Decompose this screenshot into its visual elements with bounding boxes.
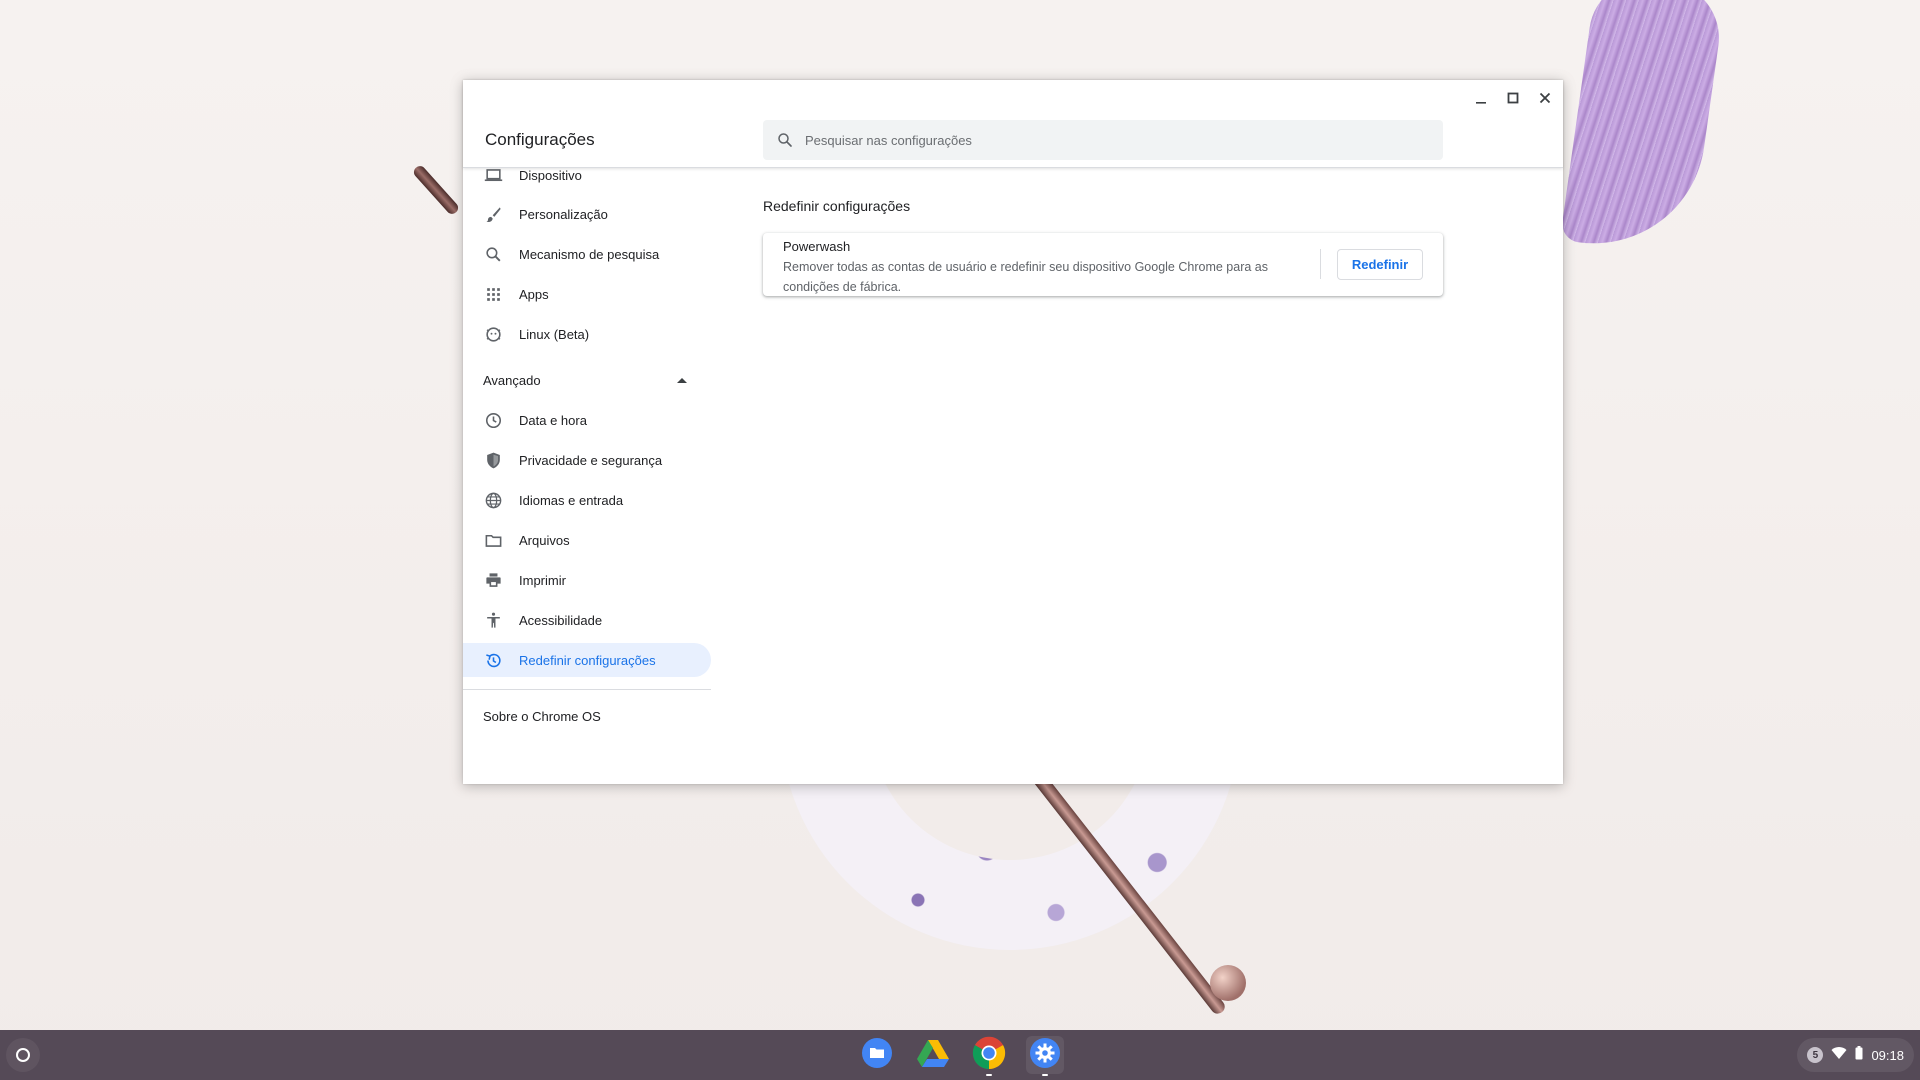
card-separator [1320,249,1321,279]
sidebar-divider [463,689,711,690]
wifi-icon [1831,1046,1847,1065]
sidebar-item-date-time[interactable]: Data e hora [463,403,711,437]
laptop-icon [483,168,503,185]
about-chrome-os-link[interactable]: Sobre o Chrome OS [483,709,601,724]
folder-icon [483,530,503,550]
sidebar-item-accessibility[interactable]: Acessibilidade [463,603,711,637]
restore-icon [483,650,503,670]
sidebar-item-search-engine[interactable]: Mecanismo de pesquisa [463,237,711,271]
search-box[interactable] [763,120,1443,160]
search-icon [483,244,503,264]
clock-time: 09:18 [1871,1047,1904,1063]
accessibility-icon [483,610,503,630]
shelf-apps [858,1036,1064,1076]
sidebar-item-files[interactable]: Arquivos [463,523,711,557]
window-controls [1467,86,1559,114]
sidebar-item-label: Idiomas e entrada [519,492,624,508]
brush-icon [483,204,503,224]
clock-icon [483,410,503,430]
powerwash-card: Powerwash Remover todas as contas de usu… [763,233,1443,296]
maximize-icon [1506,91,1520,110]
sidebar-item-languages[interactable]: Idiomas e entrada [463,483,711,517]
minimize-button[interactable] [1467,86,1495,114]
launcher-icon [16,1048,30,1062]
maximize-button[interactable] [1499,86,1527,114]
shelf-app-settings[interactable] [1026,1036,1064,1076]
shelf: 5 09:18 [0,1030,1920,1080]
sidebar-item-print[interactable]: Imprimir [463,563,711,597]
sidebar-item-label: Privacidade e segurança [519,452,663,468]
running-indicator [1042,1074,1048,1076]
close-button[interactable] [1531,86,1559,114]
notification-badge: 5 [1807,1047,1824,1063]
sidebar-item-device[interactable]: Dispositivo [463,168,711,192]
battery-icon [1855,1045,1863,1065]
drive-icon [916,1038,950,1073]
files-icon [861,1037,893,1074]
wallpaper-pin-top [411,163,461,217]
search-icon [765,120,805,160]
search-input[interactable] [805,120,1443,160]
powerwash-title: Powerwash [783,239,851,254]
running-indicator [986,1074,992,1076]
settings-header: Configurações [463,80,1563,168]
sidebar-item-label: Apps [519,286,549,302]
globe-icon [483,490,503,510]
sidebar-item-label: Redefinir configurações [519,652,656,668]
sidebar-item-personalization[interactable]: Personalização [463,197,711,231]
apps-grid-icon [483,284,503,304]
settings-sidebar: Dispositivo Personalização Mecanismo de … [463,168,713,784]
printer-icon [483,570,503,590]
launcher-button[interactable] [6,1038,40,1072]
wallpaper-brush-stroke [1559,0,1727,258]
sidebar-item-label: Mecanismo de pesquisa [519,246,660,262]
powerwash-description: Remover todas as contas de usuário e red… [783,260,1268,294]
sidebar-item-label: Imprimir [519,572,566,588]
close-icon [1538,91,1552,110]
sidebar-item-label: Dispositivo [519,168,582,183]
sidebar-item-label: Arquivos [519,532,570,548]
sidebar-item-linux[interactable]: Linux (Beta) [463,317,711,351]
sidebar-item-privacy[interactable]: Privacidade e segurança [463,443,711,477]
sidebar-item-reset-settings[interactable]: Redefinir configurações [463,643,711,677]
chevron-up-icon [677,377,687,383]
reset-button[interactable]: Redefinir [1337,249,1423,280]
sidebar-item-label: Personalização [519,206,608,222]
section-title: Redefinir configurações [763,198,911,214]
shield-icon [483,450,503,470]
sidebar-item-apps[interactable]: Apps [463,277,711,311]
settings-window: Configurações Dispositivo Pe [463,80,1563,784]
sidebar-item-label: Acessibilidade [519,612,603,628]
sidebar-item-label: Data e hora [519,412,587,428]
sidebar-item-label: Linux (Beta) [519,326,590,342]
wallpaper-pin-ball [1210,965,1246,1001]
advanced-label: Avançado [483,372,541,388]
chrome-icon [972,1036,1006,1075]
linux-icon [483,324,503,344]
settings-icon [1029,1037,1061,1074]
advanced-section-toggle[interactable]: Avançado [483,363,693,397]
shelf-app-chrome[interactable] [970,1036,1008,1076]
shelf-app-drive[interactable] [914,1036,952,1074]
status-tray[interactable]: 5 09:18 [1797,1038,1914,1072]
shelf-app-files[interactable] [858,1036,896,1074]
app-title: Configurações [485,130,595,149]
minimize-icon [1474,91,1488,110]
